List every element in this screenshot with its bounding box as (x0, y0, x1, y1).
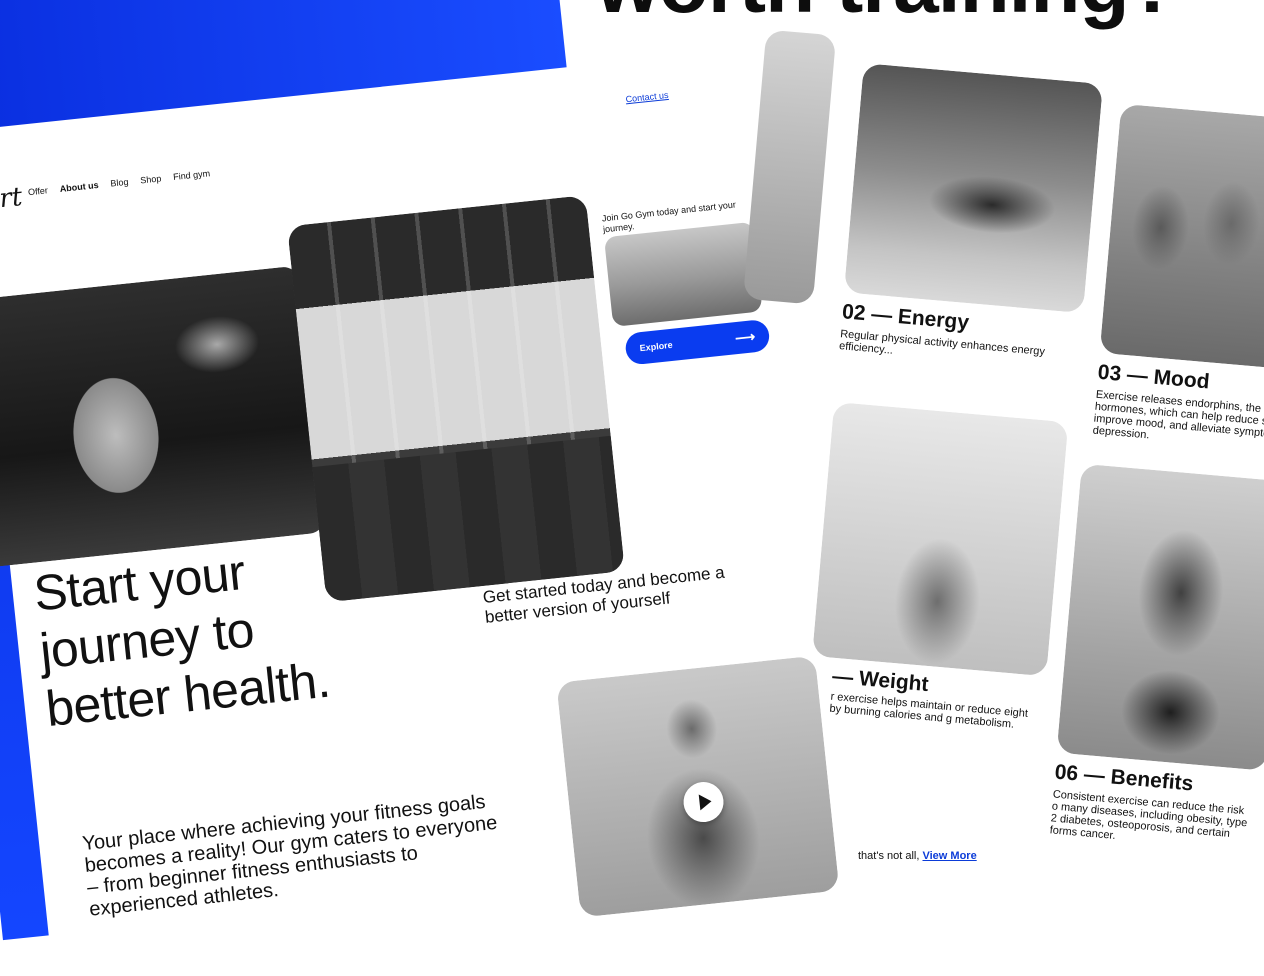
mood-photo (1099, 103, 1264, 371)
view-more-prefix: that's not all, (858, 850, 920, 862)
bike-photo (1056, 463, 1264, 771)
energy-photo (843, 63, 1104, 314)
benefit-text: r exercise helps maintain or reduce eigh… (829, 690, 1029, 731)
weight-photo (812, 401, 1069, 677)
view-more-link[interactable]: View More (922, 850, 976, 862)
benefit-text: Consistent exercise can reduce the risk … (1049, 788, 1248, 842)
right-page: 02 — Energy Regular physical activity en… (0, 0, 1264, 929)
partial-photo (742, 29, 837, 305)
view-more-line: that's not all, View More (858, 850, 977, 862)
benefit-text: Exercise releases endorphins, the fe hor… (1092, 388, 1264, 442)
benefit-text: Regular physical activity enhances energ… (838, 328, 1046, 358)
